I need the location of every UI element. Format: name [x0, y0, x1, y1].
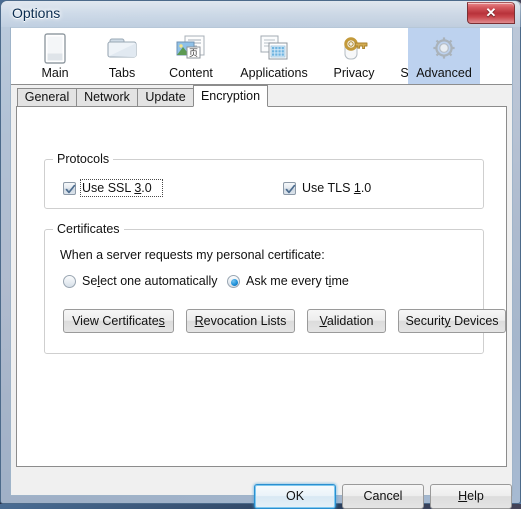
protocols-legend: Protocols: [53, 152, 114, 166]
validation-button[interactable]: Validation: [307, 309, 386, 333]
toolbar-item-label: Main: [41, 66, 69, 80]
protocols-group: Protocols Use SSL 3.0 Use TLS 1.0: [44, 152, 484, 209]
toolbar-item-label: Privacy: [333, 66, 375, 80]
toolbar-item-label: Tabs: [108, 66, 136, 80]
window-title: Options: [12, 5, 61, 21]
radio-box: [227, 275, 240, 288]
help-button[interactable]: Help: [430, 484, 512, 509]
close-icon: ✕: [485, 5, 497, 20]
content-page-icon: 页: [155, 33, 227, 66]
toolbar-item-applications[interactable]: Applications: [227, 28, 321, 84]
toolbar-item-label: Content: [169, 66, 213, 80]
tab-encryption[interactable]: Encryption: [193, 85, 268, 107]
dialog-footer: OK Cancel Help: [11, 468, 512, 509]
tab-network[interactable]: Network: [76, 88, 138, 107]
dialog-client-area: Main Tabs 页 Content Applications Privacy…: [10, 27, 513, 509]
checkbox-label: Use TLS 1.0: [302, 181, 372, 195]
radio-label: Ask me every time: [246, 274, 349, 288]
security-devices-button[interactable]: Security Devices: [398, 309, 506, 333]
revocation-lists-button[interactable]: Revocation Lists: [186, 309, 295, 333]
certificates-group: Certificates When a server requests my p…: [44, 222, 506, 354]
tab-update[interactable]: Update: [137, 88, 194, 107]
encryption-page: Protocols Use SSL 3.0 Use TLS 1.0 Certif…: [16, 106, 507, 467]
checkbox-box: [63, 182, 76, 195]
gear-icon: [408, 33, 480, 66]
cancel-button[interactable]: Cancel: [342, 484, 424, 509]
applications-icon: [227, 33, 321, 66]
checkmark-icon: [65, 184, 76, 194]
toolbar-item-label: Advanced: [416, 66, 472, 80]
radio-box: [63, 275, 76, 288]
folder-tabs-icon: [89, 33, 155, 66]
toolbar-item-main[interactable]: Main: [21, 28, 89, 84]
checkbox-box: [283, 182, 296, 195]
title-bar[interactable]: Options ✕: [1, 1, 521, 27]
ok-button[interactable]: OK: [254, 484, 336, 509]
toolbar-item-tabs[interactable]: Tabs: [89, 28, 155, 84]
toolbar-item-privacy[interactable]: Privacy: [321, 28, 387, 84]
toolbar-item-label: Applications: [240, 66, 308, 80]
radio-dot: [231, 279, 238, 286]
options-window: Options ✕ Main Tabs 页 Content Applicatio…: [0, 0, 521, 509]
close-button[interactable]: ✕: [467, 2, 515, 24]
certificates-prompt: When a server requests my personal certi…: [60, 248, 325, 262]
key-icon: [321, 33, 387, 66]
window-icon: [21, 33, 89, 66]
options-toolbar: Main Tabs 页 Content Applications Privacy…: [11, 28, 512, 85]
checkbox-label: Use SSL 3.0: [82, 181, 152, 195]
encryption-tabstrip: General Network Update Encryption: [11, 85, 512, 107]
certificates-legend: Certificates: [53, 222, 124, 236]
toolbar-item-content[interactable]: 页 Content: [155, 28, 227, 84]
svg-text:页: 页: [189, 48, 198, 59]
toolbar-item-advanced[interactable]: Advanced: [408, 28, 480, 84]
tab-general[interactable]: General: [17, 88, 77, 107]
view-certificates-button[interactable]: View Certificates: [63, 309, 174, 333]
radio-label: Select one automatically: [82, 274, 218, 288]
checkmark-icon: [285, 184, 296, 194]
